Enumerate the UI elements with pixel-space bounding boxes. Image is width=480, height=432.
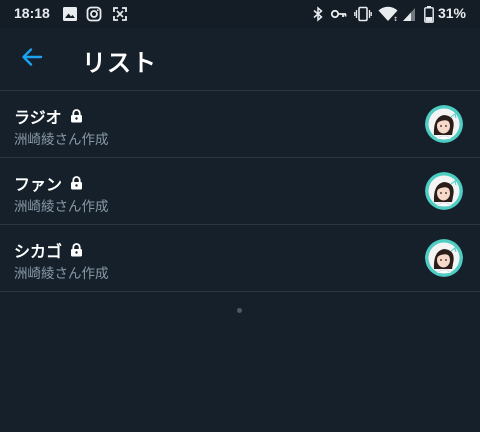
- list-name: ラジオ: [14, 108, 62, 127]
- status-bar: 18:18 ↕ 31%: [0, 0, 480, 28]
- list-owner: 洲崎綾さん作成: [14, 132, 109, 148]
- avatar: [425, 172, 463, 210]
- lock-icon: [70, 109, 83, 123]
- list-name: シカゴ: [14, 242, 63, 261]
- battery-icon: [424, 6, 434, 27]
- list-owner: 洲崎綾さん作成: [14, 266, 109, 282]
- loading-indicator: [237, 308, 242, 313]
- arrow-left-icon: [21, 47, 43, 71]
- wifi-icon: ↕: [378, 6, 398, 26]
- key-icon: [330, 6, 348, 26]
- list-name: ファン: [14, 175, 63, 194]
- status-time: 18:18: [14, 5, 50, 21]
- back-button[interactable]: [14, 44, 50, 74]
- list-item[interactable]: ラジオ 洲崎綾さん作成: [0, 91, 480, 157]
- list-item[interactable]: シカゴ 洲崎綾さん作成: [0, 225, 480, 291]
- page-title: リスト: [82, 49, 157, 77]
- vibrate-icon: [354, 6, 372, 26]
- screenshot-icon: [112, 6, 128, 26]
- app-bar: リスト: [0, 28, 480, 90]
- avatar: [425, 239, 463, 277]
- bluetooth-icon: [312, 6, 324, 26]
- list-owner: 洲崎綾さん作成: [14, 199, 109, 215]
- list-item[interactable]: ファン 洲崎綾さん作成: [0, 158, 480, 224]
- lock-icon: [70, 176, 83, 190]
- divider: [0, 291, 480, 292]
- battery-percent: 31%: [437, 5, 466, 21]
- avatar: [425, 105, 463, 143]
- gallery-icon: [62, 6, 78, 26]
- instagram-icon: [86, 6, 102, 26]
- lock-icon: [70, 243, 83, 257]
- svg-text:↕: ↕: [393, 16, 398, 22]
- signal-icon: [402, 6, 416, 26]
